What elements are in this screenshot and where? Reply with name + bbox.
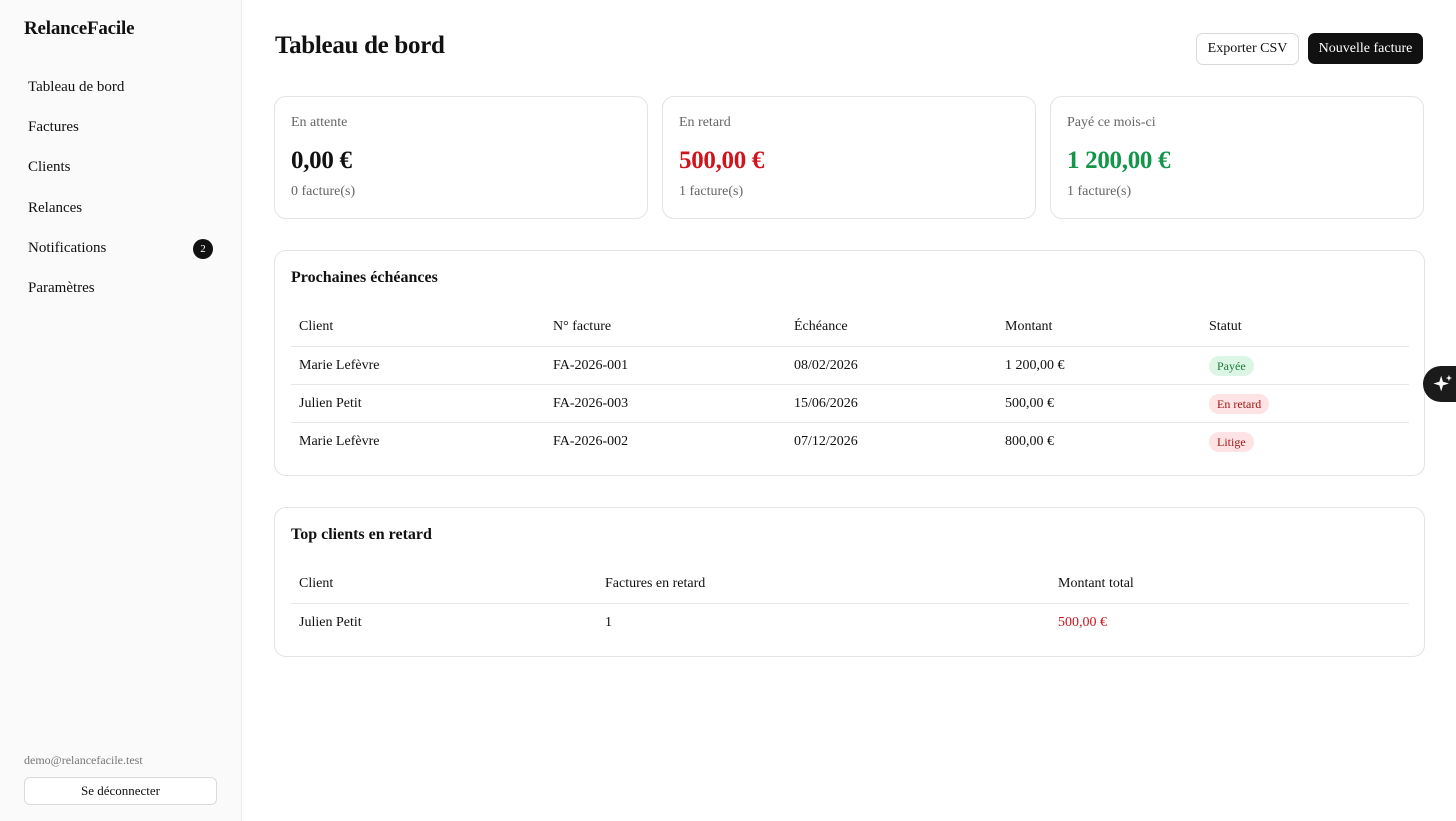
sidebar-item-label: Notifications: [28, 240, 107, 257]
cell-client: Marie Lefèvre: [299, 357, 380, 373]
sidebar-item-notifications[interactable]: Notifications 2: [24, 232, 218, 266]
brand-logo: RelanceFacile: [24, 18, 135, 39]
sidebar-item-label: Relances: [28, 199, 83, 216]
cell-due-date: 15/06/2026: [794, 395, 858, 411]
sidebar-item-settings[interactable]: Paramètres: [24, 272, 218, 306]
sidebar-item-label: Clients: [28, 159, 71, 176]
cell-client: Marie Lefèvre: [299, 434, 380, 449]
column-header: Montant total: [1058, 575, 1134, 591]
kpi-value: 1 200,00 €: [1067, 147, 1171, 174]
floating-assistant-button[interactable]: [1423, 366, 1456, 402]
upcoming-due-panel: Prochaines échéances Client N° facture É…: [274, 250, 1425, 476]
column-header: Client: [299, 575, 334, 591]
table-row[interactable]: Marie Lefèvre FA-2026-001 08/02/2026 1 2…: [291, 347, 1409, 385]
cell-invoice-number: FA-2026-001: [553, 357, 629, 373]
sidebar-item-label: Tableau de bord: [28, 78, 125, 95]
table-row[interactable]: Julien Petit 1 500,00 €: [291, 604, 1409, 642]
kpi-label: En attente: [291, 115, 348, 130]
kpi-count: 0 facture(s): [291, 184, 356, 199]
user-email: demo@relancefacile.test: [24, 753, 143, 767]
column-header: Client: [299, 318, 334, 334]
kpi-count: 1 facture(s): [679, 184, 744, 199]
panel-title: Prochaines échéances: [291, 269, 438, 286]
column-header: Montant: [1005, 318, 1053, 334]
sparkle-icon: [1433, 374, 1453, 392]
upcoming-due-table: Client N° facture Échéance Montant Statu…: [291, 307, 1409, 461]
page-title: Tableau de bord: [275, 32, 445, 59]
cell-late-count: 1: [605, 615, 612, 630]
status-badge: Payée: [1209, 355, 1254, 376]
sidebar-item-clients[interactable]: Clients: [24, 151, 218, 185]
cell-total-amount: 500,00 €: [1058, 615, 1107, 630]
export-csv-button[interactable]: Exporter CSV: [1196, 33, 1299, 65]
table-header-row: Client N° facture Échéance Montant Statu…: [291, 307, 1409, 347]
kpi-label: En retard: [679, 115, 731, 130]
cell-status: En retard: [1209, 385, 1270, 422]
sidebar-item-invoices[interactable]: Factures: [24, 110, 218, 144]
sidebar-item-label: Paramètres: [28, 280, 95, 297]
cell-invoice-number: FA-2026-003: [553, 395, 629, 411]
kpi-value: 0,00 €: [291, 147, 352, 174]
kpi-card-paid-this-month: Payé ce mois-ci 1 200,00 € 1 facture(s): [1050, 96, 1424, 219]
new-invoice-button[interactable]: Nouvelle facture: [1308, 33, 1423, 64]
cell-due-date: 07/12/2026: [794, 434, 858, 449]
top-late-clients-panel: Top clients en retard Client Factures en…: [274, 507, 1425, 657]
kpi-count: 1 facture(s): [1067, 184, 1132, 199]
panel-title: Top clients en retard: [291, 526, 432, 543]
cell-amount: 500,00 €: [1005, 395, 1054, 411]
column-header: Statut: [1209, 318, 1242, 334]
top-late-clients-table: Client Factures en retard Montant total …: [291, 564, 1409, 642]
column-header: Échéance: [794, 318, 848, 334]
cell-due-date: 08/02/2026: [794, 357, 858, 373]
sidebar-nav: Tableau de bord Factures Clients Relance…: [24, 70, 218, 312]
sidebar-item-reminders[interactable]: Relances: [24, 191, 218, 225]
cell-status: Payée: [1209, 347, 1254, 384]
status-badge: En retard: [1209, 393, 1270, 414]
kpi-card-overdue: En retard 500,00 € 1 facture(s): [662, 96, 1036, 219]
kpi-card-pending: En attente 0,00 € 0 facture(s): [274, 96, 648, 219]
cell-amount: 1 200,00 €: [1005, 357, 1065, 373]
table-row[interactable]: Marie Lefèvre FA-2026-002 07/12/2026 800…: [291, 423, 1409, 461]
cell-invoice-number: FA-2026-002: [553, 434, 629, 449]
status-badge: Litige: [1209, 432, 1254, 452]
cell-status: Litige: [1209, 423, 1254, 461]
column-header: N° facture: [553, 318, 612, 334]
kpi-label: Payé ce mois-ci: [1067, 115, 1156, 130]
cell-client: Julien Petit: [299, 395, 362, 411]
sidebar: RelanceFacile Tableau de bord Factures C…: [0, 0, 242, 821]
kpi-value: 500,00 €: [679, 147, 765, 174]
cell-amount: 800,00 €: [1005, 434, 1054, 449]
sidebar-item-dashboard[interactable]: Tableau de bord: [24, 70, 218, 104]
cell-client: Julien Petit: [299, 615, 362, 630]
column-header: Factures en retard: [605, 575, 706, 591]
notification-count-badge: 2: [193, 238, 213, 259]
logout-button[interactable]: Se déconnecter: [24, 777, 217, 805]
sidebar-item-label: Factures: [28, 118, 79, 135]
table-row[interactable]: Julien Petit FA-2026-003 15/06/2026 500,…: [291, 385, 1409, 423]
table-header-row: Client Factures en retard Montant total: [291, 564, 1409, 604]
